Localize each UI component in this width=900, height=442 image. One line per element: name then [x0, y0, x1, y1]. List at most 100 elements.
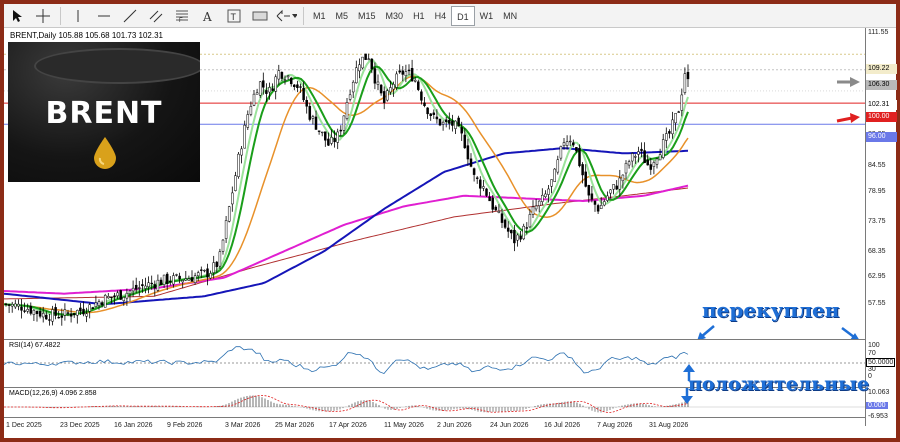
candle [379, 83, 383, 96]
candle [286, 75, 290, 80]
candle [63, 303, 67, 321]
brent-barrel-image: BRENT [8, 42, 200, 182]
candle [7, 303, 11, 314]
candle [454, 120, 457, 135]
price-axis-label: 84.55 [868, 162, 886, 169]
price-axis-label: 73.75 [868, 218, 886, 225]
svg-text:F: F [179, 18, 183, 23]
candle [386, 88, 389, 102]
candle [661, 133, 665, 160]
candle [553, 168, 556, 182]
candle [472, 167, 476, 182]
candle [627, 159, 631, 169]
price-axis-label: 78.95 [868, 188, 886, 195]
text-label-icon[interactable]: A [197, 6, 219, 26]
candle [510, 229, 513, 240]
price-tag-gray: 106.30 [866, 80, 897, 90]
candle [584, 164, 587, 188]
vertical-line-icon[interactable] [67, 6, 89, 26]
candle [550, 179, 553, 194]
candle [231, 186, 234, 212]
crosshair-icon[interactable] [32, 6, 54, 26]
candle [289, 76, 293, 87]
macd-axis-label: 0.000 [866, 402, 888, 409]
candle [32, 308, 36, 322]
candle [209, 270, 212, 280]
candle [559, 145, 563, 161]
candle [76, 309, 79, 324]
candle [206, 263, 209, 286]
candle [218, 248, 222, 269]
candle [519, 231, 522, 243]
candle [361, 56, 364, 70]
candle [541, 188, 544, 206]
toolbar-separator [303, 6, 304, 25]
time-axis-label: 31 Aug 2026 [649, 422, 689, 429]
candle [649, 158, 653, 175]
fibonacci-icon[interactable]: F [171, 6, 193, 26]
timeframe-h4[interactable]: H4 [430, 6, 452, 26]
candle [556, 155, 560, 175]
price-tag-blue: 96.00 [866, 132, 897, 142]
timeframe-h1[interactable]: H1 [408, 6, 430, 26]
candle [107, 292, 110, 299]
candle [596, 203, 600, 215]
candle [485, 187, 488, 198]
ma-magenta-line [4, 184, 689, 295]
candle [339, 125, 343, 137]
candle [674, 113, 677, 131]
candle [29, 302, 33, 316]
candle [221, 239, 225, 255]
time-axis-label: 23 Dec 2025 [60, 422, 100, 429]
rsi-line [4, 346, 689, 374]
candle [17, 299, 20, 311]
candle [479, 176, 482, 196]
candle [336, 128, 339, 150]
macd-signal-line [4, 395, 689, 413]
candle [448, 112, 451, 130]
timeframe-m5[interactable]: M5 [331, 6, 354, 26]
candle [423, 97, 426, 108]
candle [655, 157, 659, 169]
candle [395, 71, 398, 91]
time-axis-label: 9 Feb 2026 [167, 422, 203, 429]
candle [426, 107, 429, 119]
candle [54, 303, 57, 320]
price-axis-label: 57.55 [868, 300, 886, 307]
timeframe-m30[interactable]: M30 [381, 6, 409, 26]
candle [410, 59, 414, 82]
price-axis-label: 111.55 [868, 29, 889, 36]
timeframe-mn[interactable]: MN [498, 6, 522, 26]
price-axis-label: 62.95 [868, 273, 886, 280]
time-axis-label: 11 May 2026 [384, 422, 424, 429]
candle [475, 176, 479, 184]
candle [494, 205, 498, 212]
text-label-box-icon[interactable]: T [223, 6, 245, 26]
timeframe-m15[interactable]: M15 [353, 6, 381, 26]
gray-arrow-icon [837, 77, 860, 87]
candle [686, 64, 690, 87]
candle [417, 79, 420, 92]
rectangle-icon[interactable] [249, 6, 271, 26]
cursor-icon[interactable] [6, 6, 28, 26]
candle [355, 60, 358, 84]
candle [345, 97, 349, 121]
candle [243, 120, 246, 149]
candle [482, 180, 485, 192]
trendline-icon[interactable] [119, 6, 141, 26]
chart-title: BRENT,Daily 105.88 105.68 101.73 102.31 [10, 31, 163, 40]
candle [224, 216, 228, 243]
candle [293, 84, 296, 91]
arrows-dropdown-icon[interactable] [275, 6, 297, 26]
candle [522, 223, 525, 241]
timeframe-d1[interactable]: D1 [451, 5, 475, 26]
candle [20, 299, 23, 319]
timeframe-w1[interactable]: W1 [475, 6, 499, 26]
candle [190, 270, 194, 282]
horizontal-line-icon[interactable] [93, 6, 115, 26]
timeframe-m1[interactable]: M1 [308, 6, 331, 26]
svg-text:T: T [231, 12, 237, 22]
price-chart[interactable]: BRENT,Daily 105.88 105.68 101.73 102.31 … [4, 28, 865, 341]
equidistant-channel-icon[interactable] [145, 6, 167, 26]
time-axis-label: 25 Mar 2026 [275, 422, 315, 429]
